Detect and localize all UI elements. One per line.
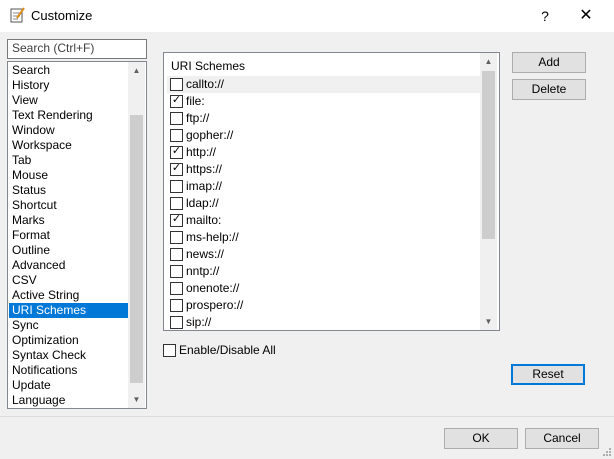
- uri-scheme-label: ldap://: [186, 196, 219, 210]
- uri-scheme-checkbox[interactable]: [170, 78, 183, 91]
- help-button[interactable]: ?: [530, 4, 560, 28]
- enable-all-checkbox[interactable]: [163, 344, 176, 357]
- uri-scheme-checkbox[interactable]: ✓: [170, 145, 183, 159]
- uri-scheme-checkbox[interactable]: [170, 316, 183, 329]
- scroll-down-arrow-icon[interactable]: ▼: [128, 391, 145, 408]
- category-item[interactable]: Workspace: [9, 138, 132, 153]
- reset-button[interactable]: Reset: [511, 364, 585, 385]
- uri-scheme-checkbox[interactable]: [170, 282, 183, 295]
- category-list[interactable]: Search History View Text Rendering Window Wor…: [7, 61, 147, 409]
- category-item[interactable]: History: [9, 78, 132, 93]
- category-item[interactable]: Format: [9, 228, 132, 243]
- uri-scheme-row[interactable]: nntp://: [167, 263, 480, 280]
- category-item[interactable]: Active String: [9, 288, 132, 303]
- uri-scheme-checkbox[interactable]: [170, 299, 183, 312]
- notepad-icon: [10, 7, 25, 23]
- enable-all-label: Enable/Disable All: [179, 343, 276, 357]
- category-item[interactable]: Text Rendering: [9, 108, 132, 123]
- add-button[interactable]: Add: [512, 52, 586, 73]
- delete-button[interactable]: Delete: [512, 79, 586, 100]
- uri-scheme-row[interactable]: callto://: [167, 76, 480, 93]
- category-item[interactable]: Language: [9, 393, 132, 408]
- uri-scheme-row[interactable]: sip://: [167, 314, 480, 330]
- uri-scheme-label: mailto:: [186, 213, 222, 227]
- scroll-up-arrow-icon[interactable]: ▲: [480, 53, 497, 70]
- uri-scheme-label: nntp://: [186, 264, 220, 278]
- uri-schemes-list[interactable]: URI Schemes callto:// ✓ file: ftp:// gopher:…: [163, 52, 500, 331]
- uri-scheme-row[interactable]: onenote://: [167, 280, 480, 297]
- uri-scheme-checkbox[interactable]: ✓: [170, 94, 183, 108]
- uri-scheme-checkbox[interactable]: [170, 112, 183, 125]
- category-item[interactable]: Outline: [9, 243, 132, 258]
- uri-scheme-label: file:: [186, 94, 205, 108]
- uri-scheme-label: imap://: [186, 179, 223, 193]
- category-item[interactable]: View: [9, 93, 132, 108]
- uri-scheme-checkbox[interactable]: ✓: [170, 213, 183, 227]
- scroll-down-arrow-icon[interactable]: ▼: [480, 313, 497, 330]
- uri-scheme-label: prospero://: [186, 298, 244, 312]
- uri-scheme-row[interactable]: ✓ file:: [167, 93, 480, 110]
- checkmark-icon: ✓: [171, 145, 182, 157]
- uri-scheme-checkbox[interactable]: [170, 248, 183, 261]
- uri-scheme-label: ftp://: [186, 111, 210, 125]
- scroll-up-arrow-icon[interactable]: ▲: [128, 62, 145, 79]
- category-item[interactable]: Search: [9, 63, 132, 78]
- category-item[interactable]: Marks: [9, 213, 132, 228]
- uri-scheme-label: news://: [186, 247, 225, 261]
- uri-scheme-row[interactable]: ✓ mailto:: [167, 212, 480, 229]
- category-item[interactable]: Sync: [9, 318, 132, 333]
- checkmark-icon: ✓: [171, 94, 182, 106]
- uri-scheme-label: https://: [186, 162, 223, 176]
- uri-scheme-row[interactable]: imap://: [167, 178, 480, 195]
- scroll-thumb[interactable]: [482, 71, 495, 239]
- uri-scheme-label: http://: [186, 145, 217, 159]
- close-button[interactable]: ✕: [566, 4, 606, 28]
- resize-grip-icon[interactable]: [602, 447, 612, 457]
- uri-panel-title: URI Schemes: [171, 59, 246, 73]
- uri-scheme-row[interactable]: ms-help://: [167, 229, 480, 246]
- category-item[interactable]: Mouse: [9, 168, 132, 183]
- uri-scheme-label: gopher://: [186, 128, 234, 142]
- category-scrollbar[interactable]: ▲ ▼: [128, 62, 145, 408]
- uri-scheme-checkbox[interactable]: [170, 197, 183, 210]
- uri-scheme-label: onenote://: [186, 281, 240, 295]
- cancel-button[interactable]: Cancel: [525, 428, 599, 449]
- uri-scheme-checkbox[interactable]: ✓: [170, 162, 183, 176]
- search-box[interactable]: [7, 39, 147, 59]
- uri-scheme-checkbox[interactable]: [170, 180, 183, 193]
- uri-scheme-checkbox[interactable]: [170, 265, 183, 278]
- category-item[interactable]: Notifications: [9, 363, 132, 378]
- category-item[interactable]: URI Schemes: [9, 303, 132, 318]
- uri-scheme-label: callto://: [186, 77, 225, 91]
- uri-scheme-checkbox[interactable]: [170, 129, 183, 142]
- uri-scheme-label: sip://: [186, 315, 212, 329]
- uri-scheme-label: ms-help://: [186, 230, 239, 244]
- uri-scheme-row[interactable]: ldap://: [167, 195, 480, 212]
- category-item[interactable]: Syntax Check: [9, 348, 132, 363]
- category-item[interactable]: Window: [9, 123, 132, 138]
- uri-scheme-row[interactable]: gopher://: [167, 127, 480, 144]
- search-input[interactable]: [8, 40, 142, 56]
- uri-scheme-row[interactable]: ftp://: [167, 110, 480, 127]
- category-item[interactable]: Status: [9, 183, 132, 198]
- footer-divider: [0, 416, 614, 417]
- checkmark-icon: ✓: [171, 162, 182, 174]
- category-item[interactable]: Tab: [9, 153, 132, 168]
- uri-scrollbar[interactable]: ▲ ▼: [480, 53, 497, 330]
- uri-scheme-row[interactable]: ✓ https://: [167, 161, 480, 178]
- category-item[interactable]: Optimization: [9, 333, 132, 348]
- window-title: Customize: [31, 8, 93, 23]
- title-bar: Customize ? ✕: [0, 0, 614, 32]
- category-item[interactable]: Advanced: [9, 258, 132, 273]
- uri-scheme-checkbox[interactable]: [170, 231, 183, 244]
- uri-scheme-row[interactable]: news://: [167, 246, 480, 263]
- category-item[interactable]: CSV: [9, 273, 132, 288]
- uri-scheme-row[interactable]: prospero://: [167, 297, 480, 314]
- scroll-thumb[interactable]: [130, 115, 143, 383]
- checkmark-icon: ✓: [171, 213, 182, 225]
- ok-button[interactable]: OK: [444, 428, 518, 449]
- category-item[interactable]: Update: [9, 378, 132, 393]
- category-item[interactable]: Shortcut: [9, 198, 132, 213]
- uri-scheme-row[interactable]: ✓ http://: [167, 144, 480, 161]
